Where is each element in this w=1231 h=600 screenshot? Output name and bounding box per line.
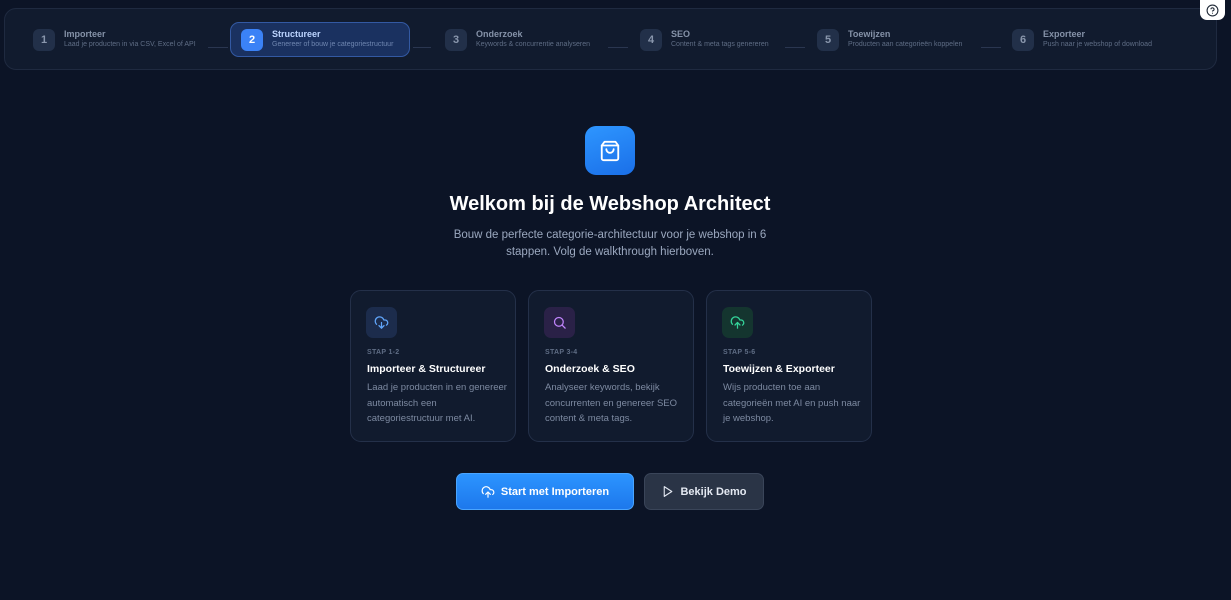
card-step-label: STAP 5-6 (723, 349, 756, 356)
feature-card-research: STAP 3-4 Onderzoek & SEO Analyseer keywo… (528, 290, 694, 442)
card-step-label: STAP 1-2 (367, 349, 400, 356)
cloud-download-icon (374, 316, 389, 329)
step-description: Content & meta tags genereren (671, 41, 769, 48)
search-icon (553, 316, 566, 329)
step-title: Onderzoek (476, 29, 523, 39)
start-import-button[interactable]: Start met Importeren (456, 473, 634, 510)
card-title: Toewijzen & Exporteer (723, 363, 835, 375)
step-toewijzen[interactable]: 5 Toewijzen Producten aan categorieën kop… (807, 22, 979, 57)
step-description: Keywords & concurrentie analyseren (476, 41, 591, 48)
card-description: Analyseer keywords, bekijk concurrenten … (545, 382, 678, 424)
step-number: 6 (1012, 28, 1034, 51)
step-number: 3 (445, 28, 467, 51)
cloud-upload-icon (730, 316, 745, 329)
feature-card-import: STAP 1-2 Importeer & Structureer Laad je… (350, 290, 516, 442)
help-circle-icon (1206, 4, 1219, 16)
step-description: Genereer of bouw je categoriestructuur (272, 41, 394, 48)
step-description: Laad je producten in via CSV, Excel of A… (64, 41, 196, 48)
card-title: Onderzoek & SEO (545, 363, 635, 375)
step-description: Producten aan categorieën koppelen (848, 41, 963, 48)
view-demo-label: Bekijk Demo (680, 485, 747, 498)
step-number: 2 (241, 28, 263, 51)
card-description: Laad je producten in en genereer automat… (367, 382, 507, 424)
step-number: 1 (33, 28, 55, 51)
page-subtitle: Bouw de perfecte categorie-architectuur … (453, 229, 767, 258)
step-number: 5 (817, 28, 839, 51)
step-connector (413, 47, 431, 48)
step-title: SEO (671, 29, 691, 39)
view-demo-button[interactable]: Bekijk Demo (644, 473, 764, 510)
page-title: Welkom bij de Webshop Architect (449, 193, 771, 215)
step-description: Push naar je webshop of download (1043, 41, 1152, 48)
card-icon-box (544, 307, 575, 338)
shopping-bag-icon (600, 140, 620, 161)
step-title: Toewijzen (848, 29, 891, 39)
step-seo[interactable]: 4 SEO Content & meta tags genereren (630, 22, 780, 57)
walkthrough-stepper: 1 Importeer Laad je producten in via CSV,… (4, 8, 1217, 70)
step-title: Exporteer (1043, 29, 1086, 39)
step-connector (208, 47, 228, 48)
step-connector (608, 47, 628, 48)
card-icon-box (722, 307, 753, 338)
play-icon (664, 486, 673, 497)
feature-card-export: STAP 5-6 Toewijzen & Exporteer Wijs prod… (706, 290, 872, 442)
hero-logo (585, 126, 635, 175)
step-importeer[interactable]: 1 Importeer Laad je producten in via CSV,… (23, 22, 203, 57)
step-connector (981, 47, 1001, 48)
card-title: Importeer & Structureer (367, 363, 486, 375)
card-step-label: STAP 3-4 (545, 349, 578, 356)
step-connector (785, 47, 805, 48)
step-onderzoek[interactable]: 3 Onderzoek Keywords & concurrentie analy… (435, 22, 605, 57)
start-import-label: Start met Importeren (500, 485, 610, 498)
step-number: 4 (640, 28, 662, 51)
help-button[interactable] (1200, 0, 1225, 20)
cloud-upload-icon (481, 485, 495, 498)
step-exporteer[interactable]: 6 Exporteer Push naar je webshop of downl… (1002, 22, 1172, 57)
card-icon-box (366, 307, 397, 338)
step-title: Importeer (64, 29, 106, 39)
card-description: Wijs producten toe aan categorieën met A… (723, 382, 861, 424)
step-title: Structureer (272, 29, 321, 39)
step-structureer[interactable]: 2 Structureer Genereer of bouw je categor… (230, 22, 410, 57)
